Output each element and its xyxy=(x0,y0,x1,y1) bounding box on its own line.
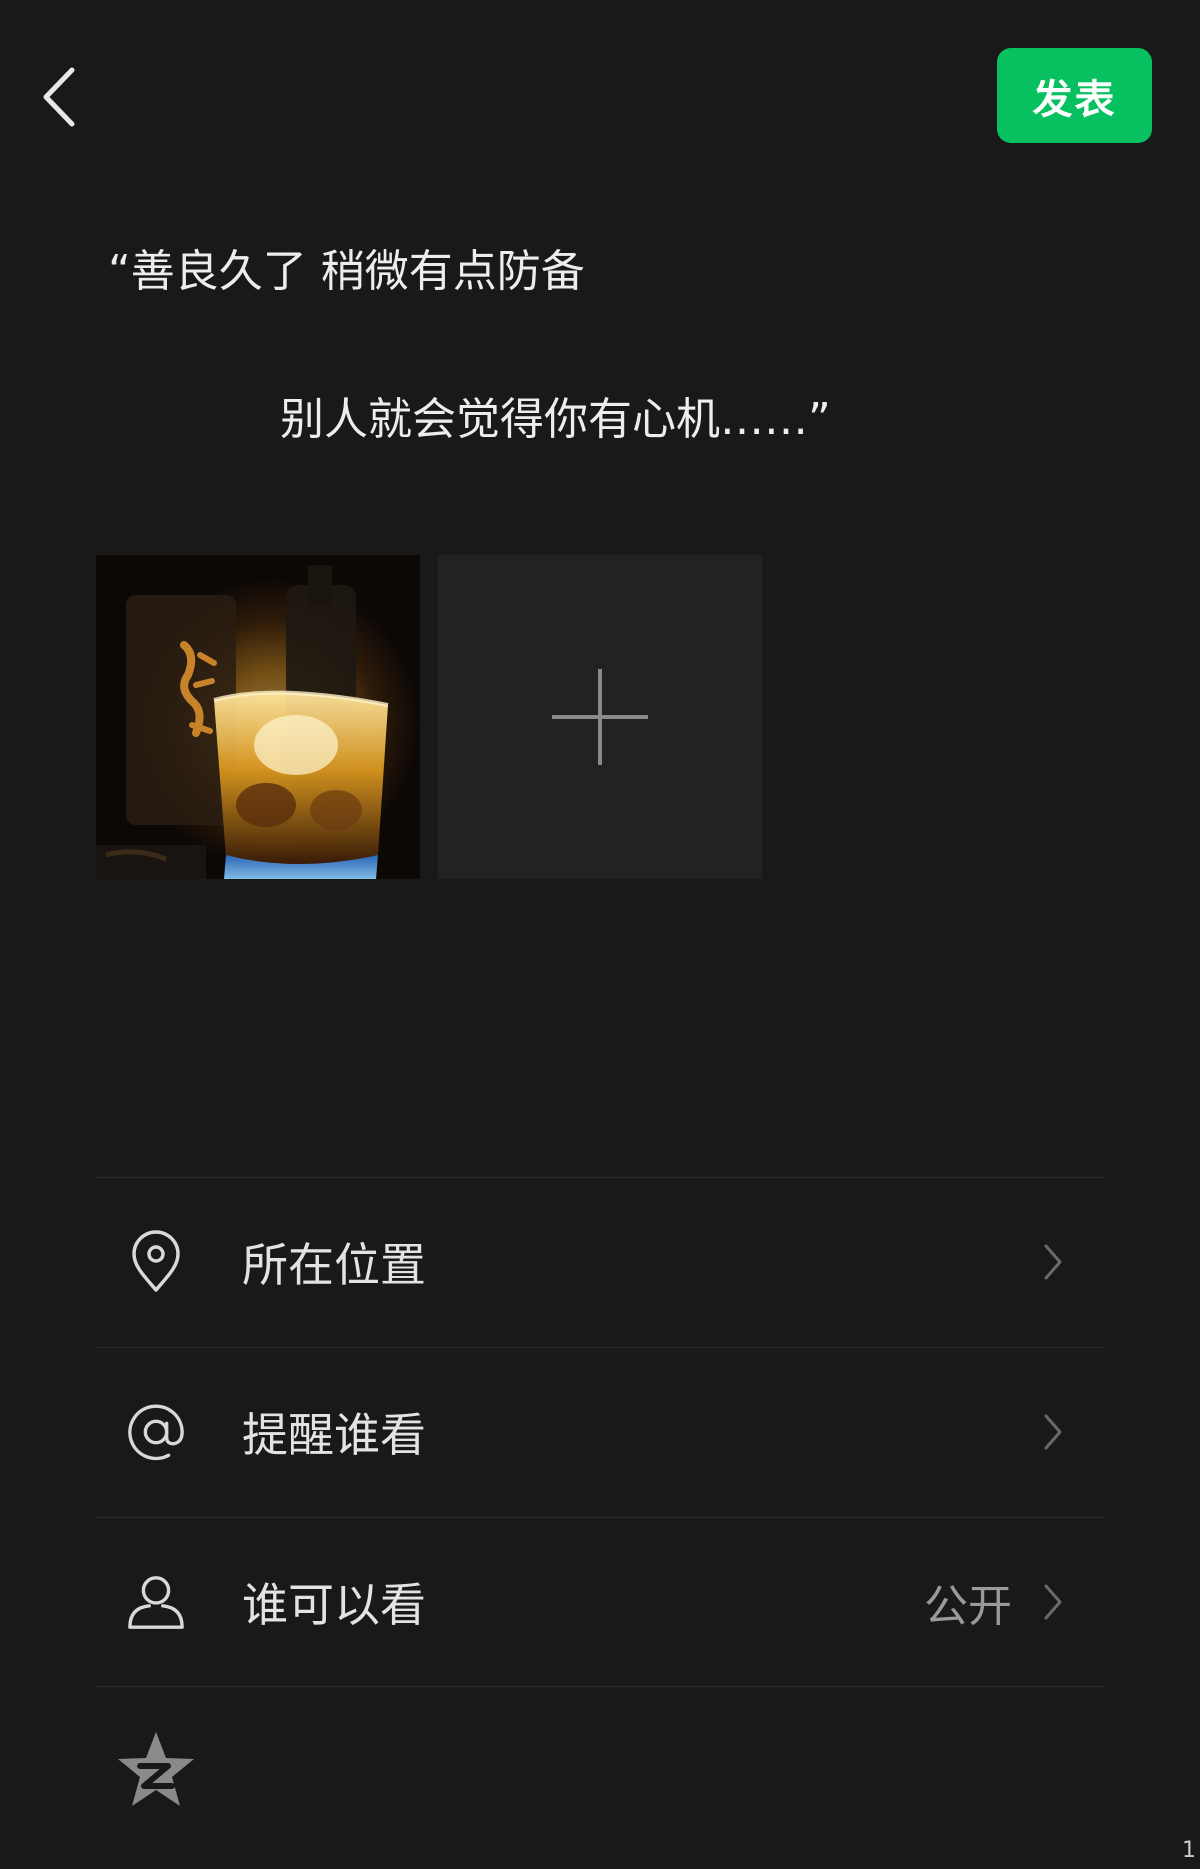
chevron-left-icon xyxy=(43,67,75,127)
publish-button[interactable]: 发表 xyxy=(997,48,1152,143)
chevron-right-icon xyxy=(1044,1244,1062,1280)
whiskey-glass-photo xyxy=(96,555,420,879)
mention-row[interactable]: 提醒谁看 xyxy=(96,1348,1104,1516)
visibility-row[interactable]: 谁可以看 公开 xyxy=(96,1518,1104,1686)
corner-text: 1 xyxy=(1182,1838,1196,1863)
post-text-line-2: 别人就会觉得你有心机……” xyxy=(280,394,831,445)
person-icon xyxy=(126,1567,186,1637)
chevron-right-icon xyxy=(1044,1414,1062,1450)
at-sign-icon xyxy=(126,1397,186,1467)
photo-thumbnail[interactable] xyxy=(96,555,420,879)
visibility-label: 谁可以看 xyxy=(242,1578,426,1632)
visibility-value: 公开 xyxy=(924,1581,1012,1632)
qzone-share-icon[interactable] xyxy=(114,1728,198,1812)
mention-label: 提醒谁看 xyxy=(242,1408,426,1462)
divider xyxy=(96,1686,1104,1687)
plus-icon xyxy=(552,669,648,765)
post-text[interactable]: “善良久了 稍微有点防备 别人就会觉得你有心机……” xyxy=(108,232,1108,460)
location-label: 所在位置 xyxy=(242,1238,426,1292)
post-text-line-1: “善良久了 稍微有点防备 xyxy=(108,246,585,297)
location-pin-icon xyxy=(126,1227,186,1297)
location-row[interactable]: 所在位置 xyxy=(96,1178,1104,1346)
chevron-right-icon xyxy=(1044,1584,1062,1620)
add-photo-button[interactable] xyxy=(438,555,762,879)
back-button[interactable] xyxy=(38,62,82,132)
